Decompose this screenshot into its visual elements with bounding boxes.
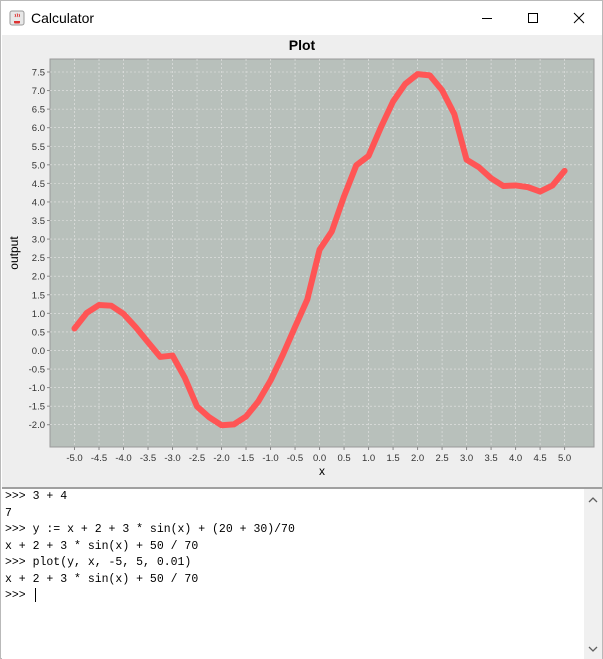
java-coffee-icon xyxy=(9,10,25,26)
plot-background xyxy=(49,58,595,448)
y-tick-label: 4.0 xyxy=(32,197,45,208)
x-tick-label: -3.5 xyxy=(140,453,156,464)
maximize-button[interactable] xyxy=(510,1,556,35)
y-tick-label: -2.0 xyxy=(29,420,45,431)
y-tick-label: -1.5 xyxy=(29,402,45,413)
y-tick-label: 5.5 xyxy=(32,142,45,153)
x-tick-label: -2.0 xyxy=(213,453,229,464)
x-tick-label: 4.0 xyxy=(509,453,522,464)
x-axis-label: x xyxy=(319,464,325,478)
x-tick-label: -4.0 xyxy=(115,453,131,464)
scroll-down-button[interactable] xyxy=(584,640,602,657)
x-axis-ticks: -5.0 -4.5 -4.0 -3.5 -3.0 -2.5 -2.0 -1.5 -1.0 -0.5… xyxy=(66,447,571,464)
x-tick-label: -3.0 xyxy=(164,453,180,464)
y-tick-label: 1.5 xyxy=(32,290,45,301)
console-line: 7 xyxy=(5,506,12,520)
y-tick-label: 0.5 xyxy=(32,327,45,338)
x-tick-label: -2.5 xyxy=(189,453,205,464)
console-line: >>> 3 + 4 xyxy=(5,490,68,503)
y-tick-label: 7.5 xyxy=(32,67,45,78)
console-scrollbar[interactable] xyxy=(584,489,602,659)
console-line: x + 2 + 3 * sin(x) + 50 / 70 xyxy=(5,572,199,586)
x-tick-label: 2.5 xyxy=(435,453,448,464)
x-tick-label: 2.0 xyxy=(411,453,424,464)
x-tick-label: 0.0 xyxy=(313,453,326,464)
x-tick-label: -1.0 xyxy=(262,453,278,464)
window-title: Calculator xyxy=(31,10,95,26)
y-tick-label: 7.0 xyxy=(32,86,45,97)
x-tick-label: -5.0 xyxy=(66,453,82,464)
x-tick-label: 3.0 xyxy=(460,453,473,464)
x-tick-label: 1.5 xyxy=(386,453,399,464)
close-button[interactable] xyxy=(556,1,602,35)
y-tick-label: 0.0 xyxy=(32,346,45,357)
y-tick-label: -1.0 xyxy=(29,383,45,394)
y-axis-ticks: -2.0 -1.5 -1.0 -0.5 0.0 0.5 1.0 1.5 2.0 2.5 3.0 3.5… xyxy=(29,67,50,431)
x-tick-label: 1.0 xyxy=(362,453,375,464)
console-line: x + 2 + 3 * sin(x) + 50 / 70 xyxy=(5,539,199,553)
x-tick-label: 4.5 xyxy=(533,453,546,464)
x-tick-label: 0.5 xyxy=(337,453,350,464)
scroll-up-button[interactable] xyxy=(584,491,602,508)
y-tick-label: -0.5 xyxy=(29,365,45,376)
plot-chart: -5.0 -4.5 -4.0 -3.5 -3.0 -2.5 -2.0 -1.5 -1.0 -0.5… xyxy=(7,58,595,478)
chevron-down-icon xyxy=(588,646,598,652)
chevron-up-icon xyxy=(588,496,598,502)
chart-panel: Plot -5.0 -4.5 -4.0 -3.5 -3.0 -2.5 -2.0 -1.5 -1.… xyxy=(2,35,602,487)
text-cursor xyxy=(34,588,36,602)
console-line: >>> plot(y, x, -5, 5, 0.01) xyxy=(5,556,192,569)
minimize-icon xyxy=(482,18,492,19)
x-tick-label: -0.5 xyxy=(287,453,303,464)
y-tick-label: 2.5 xyxy=(32,253,45,264)
y-axis-label: output xyxy=(7,236,21,270)
y-tick-label: 6.5 xyxy=(32,105,45,116)
x-tick-label: 3.5 xyxy=(484,453,497,464)
x-tick-label: -4.5 xyxy=(91,453,107,464)
title-bar[interactable]: Calculator xyxy=(1,1,602,35)
y-tick-label: 3.0 xyxy=(32,235,45,246)
console-output[interactable]: >>> 3 + 4 7 >>> y := x + 2 + 3 * sin(x) + … xyxy=(2,489,584,659)
y-tick-label: 1.0 xyxy=(32,309,45,320)
y-tick-label: 6.0 xyxy=(32,123,45,134)
console-line: >>> y := x + 2 + 3 * sin(x) + (20 + 30)/… xyxy=(5,523,295,536)
y-tick-label: 5.0 xyxy=(32,160,45,171)
y-tick-label: 4.5 xyxy=(32,179,45,190)
calculator-window: Calculator Plot -5.0 -4.5 -4.0 -3.5 -3.0 -2.5… xyxy=(0,0,603,659)
y-tick-label: 2.0 xyxy=(32,272,45,283)
minimize-button[interactable] xyxy=(464,1,510,35)
x-tick-label: 5.0 xyxy=(558,453,571,464)
x-tick-label: -1.5 xyxy=(238,453,254,464)
maximize-icon xyxy=(528,13,538,23)
close-icon xyxy=(573,12,585,24)
console-line: >>> xyxy=(2,588,584,605)
y-tick-label: 3.5 xyxy=(32,216,45,227)
